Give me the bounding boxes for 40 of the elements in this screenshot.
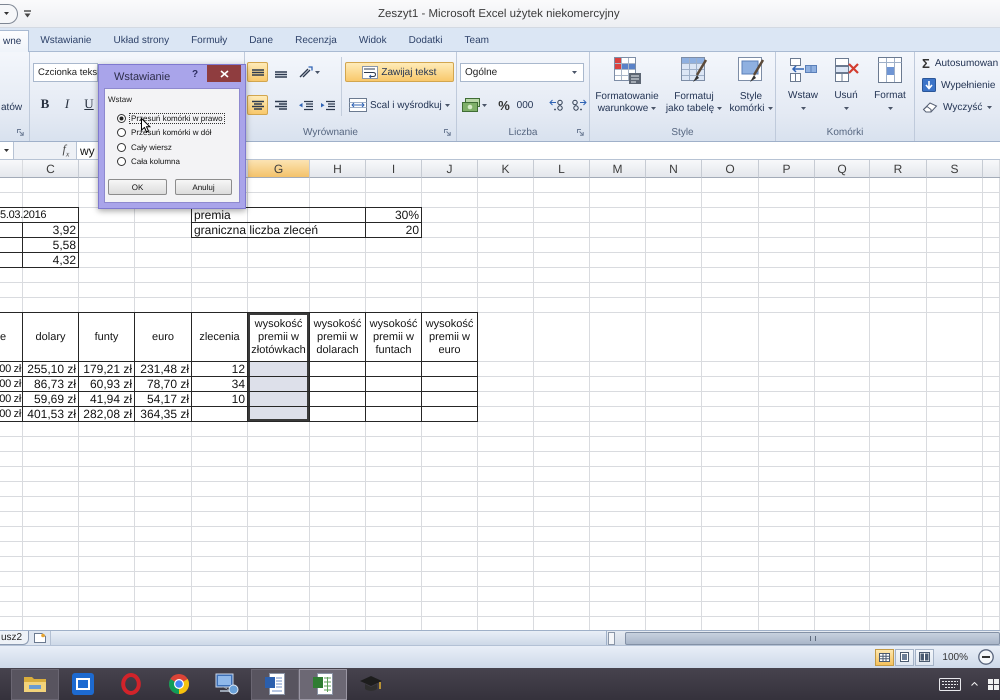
table-cell: 179,21 zł [79, 362, 135, 377]
table-cell: 00 zł [0, 407, 23, 422]
table-header-cell: wysokość premii w funtach [366, 313, 422, 362]
window-title: Zeszyt1 - Microsoft Excel użytek niekomercyjny [378, 8, 620, 20]
table-cell: 231,48 zł [135, 362, 192, 377]
table-cell: 00 zł [0, 392, 23, 407]
table-header-cell: wysokość premii w euro [422, 313, 478, 362]
label-cell: graniczna liczba zleceń [192, 223, 366, 238]
table-cell: 00 zł [0, 362, 23, 377]
option-group-label: Wstaw [108, 95, 133, 105]
table-cell: 255,10 zł [23, 362, 79, 377]
table-cell: 282,08 zł [79, 407, 135, 422]
group-label: Komórki [826, 127, 864, 138]
table-cell: 86,73 zł [23, 377, 79, 392]
value-cell: 30% [366, 208, 422, 223]
table-header-cell: dolary [23, 313, 79, 362]
table-cell: 59,69 zł [23, 392, 79, 407]
table-cell: 78,70 zł [135, 377, 192, 392]
group-label: Wyrównanie [303, 127, 358, 138]
number-cell: 3,92 [23, 223, 79, 238]
group-label: Style [671, 127, 694, 138]
table-header-cell: wysokość premii w złotówkach [248, 313, 310, 362]
table-header-cell: euro [135, 313, 192, 362]
table-cell: 60,93 zł [79, 377, 135, 392]
table-header-cell: wysokość premii w dolarach [310, 313, 366, 362]
zoom-level: 100% [942, 652, 968, 662]
table-header-cell: e [0, 313, 23, 362]
table-header-cell: zlecenia [192, 313, 248, 362]
table-cell: 00 zł [0, 377, 23, 392]
table-cell: 41,94 zł [79, 392, 135, 407]
date-cell: 5.03.2016 [0, 208, 79, 223]
group-label: Liczba [508, 127, 538, 138]
number-cell: 4,32 [23, 253, 79, 268]
dialog-title: Wstawianie [114, 71, 170, 83]
table-cell: 401,53 zł [23, 407, 79, 422]
table-cell: 54,17 zł [135, 392, 192, 407]
table-cell: 364,35 zł [135, 407, 192, 422]
number-cell: 5,58 [23, 238, 79, 253]
table-header-cell: funty [79, 313, 135, 362]
value-cell: 20 [366, 223, 422, 238]
